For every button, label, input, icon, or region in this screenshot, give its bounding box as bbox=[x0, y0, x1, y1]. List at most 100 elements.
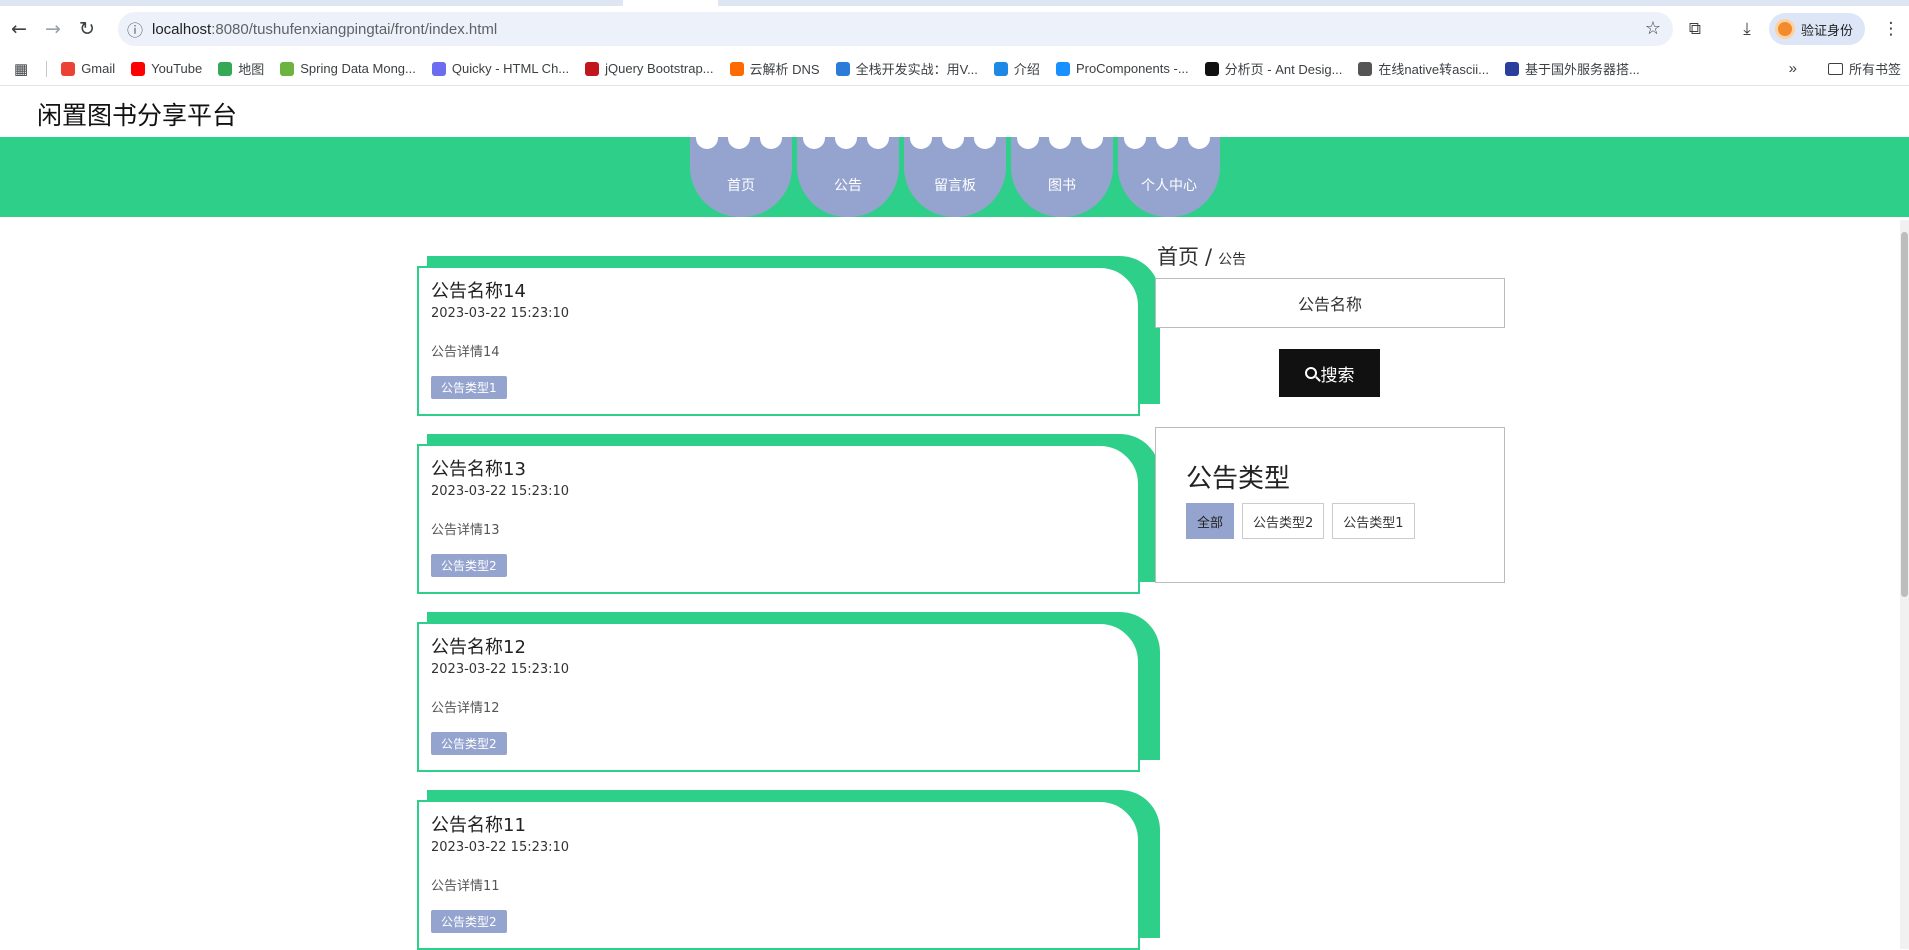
bookmark-item[interactable]: 全栈开发实战：用V... bbox=[835, 59, 978, 78]
address-url[interactable]: localhost:8080/tushufenxiangpingtai/fron… bbox=[152, 21, 497, 38]
breadcrumb-separator: / bbox=[1205, 245, 1213, 269]
notice-type-chip[interactable]: 公告类型1 bbox=[1332, 503, 1415, 539]
bookmark-favicon-icon bbox=[218, 61, 233, 76]
browser-chrome: ← → ↻ ⓘ localhost:8080/tushufenxiangping… bbox=[0, 0, 1909, 86]
bookmark-favicon-icon bbox=[61, 61, 76, 76]
notice-type-chip[interactable]: 公告类型2 bbox=[1242, 503, 1325, 539]
bookmark-favicon-icon bbox=[1204, 61, 1219, 76]
nav-item-message-board[interactable]: 留言板 bbox=[904, 127, 1006, 217]
bookmark-label: Gmail bbox=[81, 61, 116, 76]
breadcrumb-home[interactable]: 首页 bbox=[1157, 241, 1199, 271]
notice-title[interactable]: 公告名称12 bbox=[431, 636, 1126, 660]
download-icon[interactable]: ⤓ bbox=[1729, 12, 1765, 46]
nav-scallop bbox=[803, 127, 825, 149]
nav-scallop bbox=[1156, 127, 1178, 149]
bookmark-item[interactable]: YouTube bbox=[131, 59, 202, 78]
notice-card[interactable]: 公告名称12 2023-03-22 15:23:10 公告详情12 公告类型2 bbox=[417, 612, 1160, 772]
profile-button[interactable]: 验证身份 bbox=[1768, 13, 1865, 45]
bookmark-favicon-icon bbox=[729, 61, 744, 76]
search-button-label: 搜索 bbox=[1320, 365, 1355, 386]
notice-title[interactable]: 公告名称14 bbox=[431, 280, 1126, 304]
notice-card[interactable]: 公告名称13 2023-03-22 15:23:10 公告详情13 公告类型2 bbox=[417, 434, 1160, 594]
bookmark-label: 地图 bbox=[238, 62, 265, 77]
bookmark-label: 基于国外服务器搭... bbox=[1524, 62, 1640, 77]
notice-detail: 公告详情12 bbox=[431, 701, 500, 716]
search-icon bbox=[1304, 367, 1317, 379]
notice-card[interactable]: 公告名称11 2023-03-22 15:23:10 公告详情11 公告类型2 bbox=[417, 790, 1160, 950]
address-bar[interactable]: ⓘ localhost:8080/tushufenxiangpingtai/fr… bbox=[118, 12, 1673, 46]
back-icon[interactable]: ← bbox=[2, 12, 36, 46]
site-info-icon[interactable]: ⓘ bbox=[118, 17, 152, 41]
nav-item-label: 图书 bbox=[1048, 178, 1076, 194]
breadcrumb: 首页 / 公告 bbox=[1157, 241, 1246, 271]
all-bookmarks-folder[interactable]: 所有书签 bbox=[1827, 59, 1901, 78]
notice-detail: 公告详情11 bbox=[431, 879, 500, 894]
notice-detail: 公告详情14 bbox=[431, 345, 500, 360]
nav-item-home[interactable]: 首页 bbox=[690, 127, 792, 217]
bookmark-star-icon[interactable]: ☆ bbox=[1645, 18, 1661, 39]
nav-scallop bbox=[1124, 127, 1146, 149]
bookmark-item[interactable]: ProComponents -... bbox=[1055, 59, 1189, 78]
bookmark-item[interactable]: 基于国外服务器搭... bbox=[1504, 59, 1640, 78]
bookmark-item[interactable]: 云解析 DNS bbox=[729, 59, 820, 78]
nav-item-books[interactable]: 图书 bbox=[1011, 127, 1113, 217]
bookmark-list: Gmail YouTube 地图 Spring Data Mong... Quicky … bbox=[61, 59, 1656, 78]
profile-label: 验证身份 bbox=[1800, 23, 1853, 39]
notice-card-body: 公告名称11 2023-03-22 15:23:10 公告详情11 公告类型2 bbox=[417, 800, 1140, 950]
nav-item-profile[interactable]: 个人中心 bbox=[1118, 127, 1220, 217]
nav-item-label: 留言板 bbox=[934, 178, 976, 194]
more-bookmarks-icon[interactable]: » bbox=[1789, 60, 1797, 77]
notice-card-body: 公告名称12 2023-03-22 15:23:10 公告详情12 公告类型2 bbox=[417, 622, 1140, 772]
notice-card-body: 公告名称13 2023-03-22 15:23:10 公告详情13 公告类型2 bbox=[417, 444, 1140, 594]
bookmark-item[interactable]: Quicky - HTML Ch... bbox=[431, 59, 569, 78]
nav-scallop bbox=[1049, 127, 1071, 149]
extensions-icon[interactable]: ⧉ bbox=[1677, 12, 1713, 46]
search-input[interactable]: 公告名称 bbox=[1155, 278, 1505, 328]
bookmark-item[interactable]: jQuery Bootstrap... bbox=[585, 59, 714, 78]
nav-item-label: 首页 bbox=[727, 178, 755, 194]
bookmark-label: 全栈开发实战：用V... bbox=[855, 62, 978, 77]
notice-title[interactable]: 公告名称11 bbox=[431, 814, 1126, 838]
notice-time: 2023-03-22 15:23:10 bbox=[431, 662, 570, 677]
nav-scallop bbox=[760, 127, 782, 149]
nav-scallop bbox=[696, 127, 718, 149]
bookmark-label: 云解析 DNS bbox=[749, 62, 820, 77]
search-button[interactable]: 搜索 bbox=[1279, 349, 1380, 397]
bookmark-item[interactable]: Gmail bbox=[61, 59, 115, 78]
bookmark-favicon-icon bbox=[1504, 61, 1519, 76]
forward-icon[interactable]: → bbox=[36, 12, 70, 46]
bookmark-item[interactable]: 地图 bbox=[218, 59, 264, 78]
nav-scallop bbox=[974, 127, 996, 149]
nav-scallop bbox=[942, 127, 964, 149]
bookmark-item[interactable]: 在线native转ascii... bbox=[1358, 59, 1489, 78]
menu-kebab-icon[interactable]: ⋮ bbox=[1873, 12, 1909, 46]
all-bookmarks-label: 所有书签 bbox=[1848, 62, 1901, 77]
bookmark-favicon-icon bbox=[131, 61, 146, 76]
bookmark-item[interactable]: 介绍 bbox=[993, 59, 1040, 78]
page-scrollbar[interactable] bbox=[1900, 220, 1909, 949]
bookmark-label: ProComponents -... bbox=[1075, 61, 1189, 76]
notice-card[interactable]: 公告名称14 2023-03-22 15:23:10 公告详情14 公告类型1 bbox=[417, 256, 1160, 416]
notice-time: 2023-03-22 15:23:10 bbox=[431, 484, 570, 499]
site-title: 闲置图书分享平台 bbox=[37, 101, 238, 130]
bookmark-item[interactable]: Spring Data Mong... bbox=[280, 59, 416, 78]
notice-title[interactable]: 公告名称13 bbox=[431, 458, 1126, 482]
bookmarks-bar: ▦ Gmail YouTube 地图 Spring Data Mong... Quick… bbox=[0, 52, 1909, 86]
notice-type-badge: 公告类型2 bbox=[431, 732, 507, 755]
main-nav: 首页 公告 留言板 图书 个人中心 bbox=[690, 127, 1225, 217]
notice-type-badge: 公告类型2 bbox=[431, 910, 507, 933]
nav-scallop bbox=[1081, 127, 1103, 149]
nav-item-notice[interactable]: 公告 bbox=[797, 127, 899, 217]
breadcrumb-current: 公告 bbox=[1218, 252, 1247, 268]
url-host: localhost bbox=[152, 20, 212, 38]
notice-type-chip[interactable]: 全部 bbox=[1186, 503, 1235, 539]
reload-icon[interactable]: ↻ bbox=[70, 12, 104, 46]
nav-item-label: 个人中心 bbox=[1141, 178, 1197, 194]
apps-grid-icon[interactable]: ▦ bbox=[14, 60, 28, 78]
notice-time: 2023-03-22 15:23:10 bbox=[431, 840, 570, 855]
bookmark-item[interactable]: 分析页 - Ant Desig... bbox=[1204, 59, 1342, 78]
nav-scallop bbox=[1017, 127, 1039, 149]
scrollbar-thumb[interactable] bbox=[1901, 232, 1908, 597]
notice-type-panel: 公告类型 全部 公告类型2 公告类型1 bbox=[1155, 427, 1505, 583]
bookmark-favicon-icon bbox=[1055, 61, 1070, 76]
